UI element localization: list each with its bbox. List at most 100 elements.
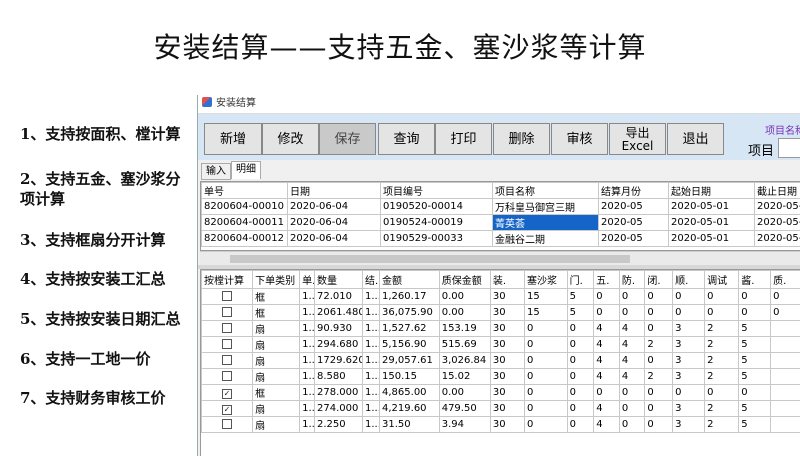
table-cell[interactable]: 515.69 <box>438 336 491 353</box>
table-cell[interactable]: 0 <box>770 304 800 321</box>
column-header[interactable]: 质保金额 <box>438 270 491 289</box>
table-cell[interactable]: 扇 <box>252 336 301 353</box>
table-cell[interactable]: 5 <box>738 336 772 353</box>
table-cell[interactable]: 30 <box>489 288 525 305</box>
table-cell[interactable]: 2020-05 <box>598 230 669 247</box>
by-unit-checkbox-cell[interactable] <box>201 368 254 385</box>
column-header[interactable]: 五. <box>593 270 620 289</box>
table-cell[interactable]: 1... <box>299 288 315 305</box>
table-cell[interactable]: 0 <box>618 304 646 321</box>
column-header[interactable]: 闭. <box>644 270 674 289</box>
table-cell[interactable]: 0 <box>523 384 568 401</box>
table-cell[interactable]: 0 <box>566 352 595 369</box>
column-header[interactable]: 质. <box>770 270 800 289</box>
table-cell[interactable]: 3 <box>672 416 706 433</box>
table-cell[interactable]: 0 <box>644 384 674 401</box>
table-cell[interactable]: 3 <box>672 400 706 417</box>
table-cell[interactable]: 2020-05-01 <box>668 230 755 247</box>
column-header[interactable]: 项目名称 <box>492 182 599 199</box>
table-cell[interactable]: 8200604-00011 <box>201 214 288 231</box>
table-cell[interactable]: 0 <box>644 352 674 369</box>
table-cell[interactable]: 1... <box>361 352 381 369</box>
save-button[interactable]: 保存 <box>319 123 376 155</box>
table-cell[interactable]: 90.930 <box>314 320 363 337</box>
by-unit-checkbox-cell[interactable] <box>201 288 254 305</box>
table-cell[interactable]: 8.580 <box>314 368 363 385</box>
table-cell[interactable]: 30 <box>489 400 525 417</box>
table-cell[interactable]: 0 <box>593 288 620 305</box>
table-cell[interactable]: 0 <box>738 288 772 305</box>
table-cell[interactable]: 0 <box>566 416 595 433</box>
table-cell[interactable]: 4 <box>593 320 620 337</box>
edit-button[interactable]: 修改 <box>262 123 319 155</box>
table-cell[interactable]: 1... <box>361 304 381 321</box>
table-cell[interactable]: 0 <box>523 336 568 353</box>
table-cell[interactable]: 30 <box>489 368 525 385</box>
table-cell[interactable]: 30 <box>489 320 525 337</box>
table-cell[interactable]: 0 <box>523 400 568 417</box>
table-cell[interactable]: 278.000 <box>314 384 363 401</box>
table-cell[interactable]: 0190520-00014 <box>380 198 493 215</box>
table-cell[interactable]: 框 <box>252 288 301 305</box>
table-cell[interactable]: 1... <box>299 400 315 417</box>
column-header[interactable]: 截止日期 <box>754 182 800 199</box>
table-cell[interactable]: 0 <box>523 352 568 369</box>
table-cell[interactable]: 0 <box>566 336 595 353</box>
table-cell[interactable]: 2020-06-04 <box>287 230 381 247</box>
table-cell[interactable] <box>770 336 800 353</box>
table-cell[interactable]: 1... <box>361 336 381 353</box>
table-cell[interactable]: 2 <box>704 416 740 433</box>
table-cell[interactable]: 5 <box>738 400 772 417</box>
column-header[interactable]: 单号 <box>201 182 288 199</box>
table-cell[interactable]: 框 <box>252 384 301 401</box>
by-unit-checkbox-cell[interactable] <box>201 352 254 369</box>
table-row[interactable]: 扇1...1729.6201...29,057.613,026.84300044… <box>201 352 800 369</box>
tab-input[interactable]: 输入 <box>201 163 231 180</box>
table-cell[interactable]: 2020-05-31 <box>754 214 800 231</box>
export-excel-button[interactable]: 导出 Excel <box>609 123 666 155</box>
project-input[interactable] <box>778 138 800 158</box>
table-cell[interactable]: 15 <box>523 288 568 305</box>
table-cell[interactable]: 1... <box>361 416 381 433</box>
table-cell[interactable]: 4 <box>618 320 646 337</box>
table-cell[interactable]: 4 <box>593 368 620 385</box>
table-cell[interactable]: 2 <box>704 320 740 337</box>
table-cell[interactable]: 3 <box>672 352 706 369</box>
table-cell[interactable]: 万科皇马御宫三期 <box>492 198 599 215</box>
table-cell[interactable]: 1... <box>299 304 315 321</box>
table-cell[interactable]: 1... <box>299 416 315 433</box>
table-cell[interactable]: 4 <box>593 400 620 417</box>
table-cell[interactable]: 2 <box>644 336 674 353</box>
table-cell[interactable]: 2020-05-31 <box>754 198 800 215</box>
table-cell[interactable]: 扇 <box>252 352 301 369</box>
checkbox[interactable] <box>222 354 232 365</box>
table-cell[interactable]: 1... <box>361 288 381 305</box>
table-cell[interactable]: 1... <box>361 400 381 417</box>
table-cell[interactable]: 4 <box>618 368 646 385</box>
table-cell[interactable]: 0 <box>644 416 674 433</box>
table-cell[interactable]: 8200604-00012 <box>201 230 288 247</box>
table-row[interactable]: 8200604-00011 2020-06-04 0190524-00019 菁… <box>201 214 800 231</box>
table-cell[interactable]: 0 <box>593 304 620 321</box>
table-row[interactable]: 8200604-00010 2020-06-04 0190520-00014 万… <box>201 198 800 215</box>
table-cell[interactable]: 1... <box>361 368 381 385</box>
table-cell[interactable]: 0 <box>738 304 772 321</box>
table-cell[interactable]: 2061.480 <box>314 304 363 321</box>
table-cell[interactable]: 2.250 <box>314 416 363 433</box>
table-cell[interactable]: 0 <box>738 384 772 401</box>
column-header[interactable]: 顺. <box>672 270 706 289</box>
table-cell[interactable] <box>770 320 800 337</box>
table-cell[interactable]: 2 <box>704 336 740 353</box>
table-cell[interactable]: 0 <box>644 304 674 321</box>
table-cell[interactable]: 3 <box>672 336 706 353</box>
checkbox[interactable] <box>222 290 232 301</box>
table-cell[interactable]: 5 <box>738 368 772 385</box>
table-cell[interactable]: 2020-06-04 <box>287 198 381 215</box>
table-cell[interactable]: 0 <box>566 384 595 401</box>
table-cell[interactable]: 153.19 <box>438 320 491 337</box>
column-header[interactable]: 酱. <box>738 270 772 289</box>
column-header[interactable]: 单. <box>299 270 315 289</box>
table-cell[interactable]: 0 <box>566 320 595 337</box>
table-cell[interactable]: 1729.620 <box>314 352 363 369</box>
table-cell[interactable]: 30 <box>489 304 525 321</box>
